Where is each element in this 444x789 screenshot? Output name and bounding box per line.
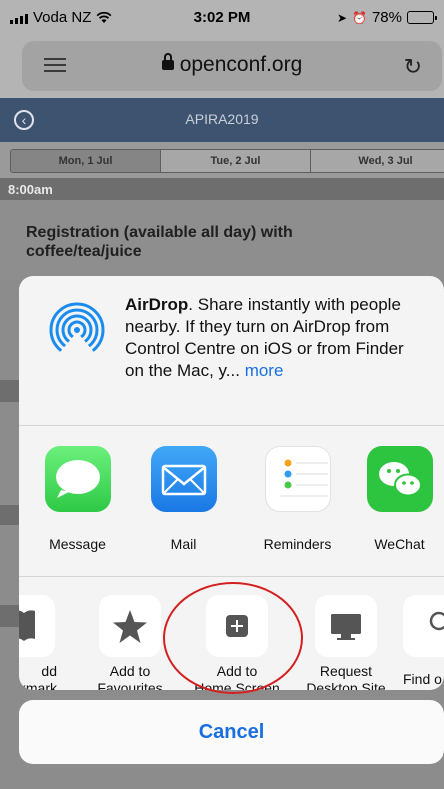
share-app-message[interactable]: Message (25, 446, 130, 552)
action-label: Find o (403, 671, 444, 688)
location-icon: ➤ (336, 10, 348, 25)
annotation-circle (163, 582, 303, 694)
action-find-on-page[interactable]: Find o (403, 595, 444, 688)
background-row (0, 605, 20, 627)
battery-icon (407, 11, 437, 24)
tab-day-3[interactable]: Wed, 3 Jul (311, 150, 444, 172)
app-label: Mail (170, 536, 197, 552)
share-app-reminders[interactable]: Reminders (245, 446, 350, 552)
airdrop-more-link[interactable]: more (245, 361, 284, 380)
day-selector: Mon, 1 Jul Tue, 2 Jul Wed, 3 Jul (0, 142, 444, 178)
share-app-mail[interactable]: Mail (131, 446, 236, 552)
action-label-line1: Add to (109, 663, 151, 679)
share-app-wechat[interactable]: WeChat (347, 446, 444, 552)
page-title: APIRA2019 (185, 111, 259, 127)
action-request-desktop-site[interactable]: Request Desktop Site (296, 595, 396, 690)
airdrop-title: AirDrop (125, 295, 189, 314)
alarm-icon: ⏰ (352, 10, 367, 25)
url-text: openconf.org (179, 53, 303, 76)
action-add-bookmark[interactable]: dd kmark (19, 595, 69, 690)
browser-toolbar: openconf.org ↻ (0, 36, 444, 98)
action-label-line1: Request (319, 663, 373, 679)
background-row (0, 380, 20, 402)
star-icon (99, 595, 161, 657)
session-title: Registration (available all day) with co… (26, 224, 293, 260)
action-label: dd kmark (19, 663, 69, 690)
lock-icon (161, 53, 174, 70)
page-header: ‹ APIRA2019 (0, 98, 444, 142)
session-card[interactable]: Registration (available all day) with co… (0, 200, 444, 280)
status-right: ➤ ⏰ 78% (336, 9, 437, 26)
tab-day-1[interactable]: Mon, 1 Jul (11, 150, 161, 172)
action-add-to-favourites[interactable]: Add to Favourites (88, 595, 172, 690)
app-label: WeChat (374, 536, 425, 552)
action-label-line2: kmark (19, 680, 57, 690)
reminders-icon (264, 446, 331, 512)
action-label-line1: Find o (403, 671, 442, 687)
action-label-line1: dd (41, 663, 57, 679)
tab-day-2[interactable]: Tue, 2 Jul (161, 150, 311, 172)
time-slot: 8:00am (0, 178, 444, 200)
action-label: Request Desktop Site (296, 663, 396, 690)
url-display[interactable]: openconf.org (22, 53, 442, 77)
wechat-icon (366, 446, 433, 512)
action-label-line2: Desktop Site (306, 680, 386, 690)
cancel-button[interactable]: Cancel (19, 700, 444, 764)
reload-icon[interactable]: ↻ (404, 54, 422, 80)
airdrop-icon (49, 302, 105, 358)
message-icon (44, 446, 111, 512)
share-apps-row: Message Mail Reminders WeChat (19, 427, 444, 577)
airdrop-description: AirDrop. Share instantly with people nea… (125, 294, 425, 382)
mail-icon (150, 446, 217, 512)
app-label: Reminders (263, 536, 332, 552)
action-label-line2: Favourites (97, 680, 163, 690)
day-tabs: Mon, 1 Jul Tue, 2 Jul Wed, 3 Jul (10, 149, 444, 173)
action-label: Add to Favourites (88, 663, 172, 690)
search-icon (403, 595, 444, 657)
background-edge (0, 690, 19, 789)
status-bar: Voda NZ 3:02 PM ➤ ⏰ 78% (0, 0, 444, 36)
address-bar[interactable]: openconf.org ↻ (22, 41, 442, 91)
app-label: Message (49, 536, 106, 552)
bookmark-icon (19, 595, 55, 657)
airdrop-section[interactable]: AirDrop. Share instantly with people nea… (19, 276, 444, 426)
background-row (0, 505, 20, 525)
battery-percent: 78% (371, 9, 402, 26)
desktop-icon (315, 595, 377, 657)
